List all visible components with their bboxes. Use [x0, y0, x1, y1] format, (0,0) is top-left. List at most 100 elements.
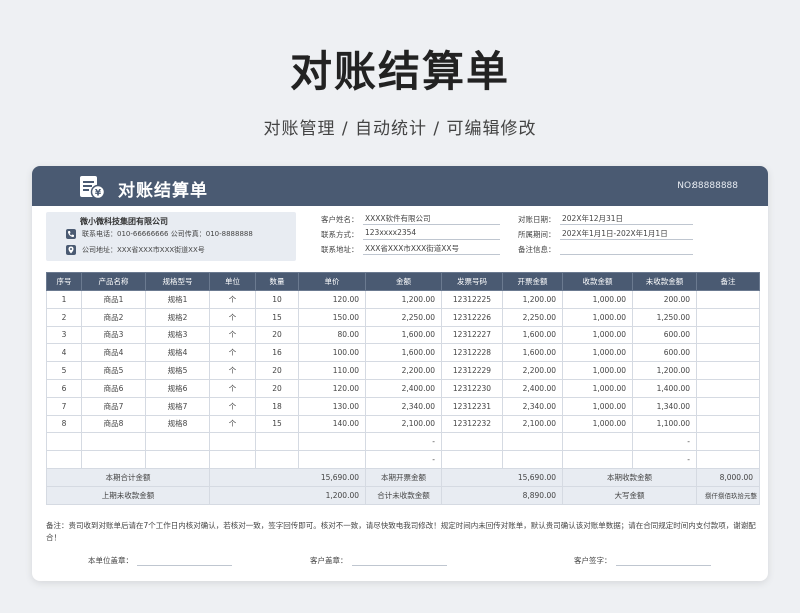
- table-cell[interactable]: 2,340.00: [365, 396, 442, 416]
- table-cell[interactable]: 12312232: [441, 414, 503, 434]
- table-cell[interactable]: 12312230: [441, 378, 503, 398]
- table-cell[interactable]: 130.00: [298, 396, 366, 416]
- table-cell[interactable]: 商品1: [81, 290, 146, 309]
- table-cell[interactable]: 140.00: [298, 414, 366, 434]
- received-total-value[interactable]: 8,000.00: [696, 467, 760, 487]
- table-cell[interactable]: 12312231: [441, 396, 503, 416]
- table-cell[interactable]: [298, 450, 366, 469]
- table-cell[interactable]: [441, 432, 503, 452]
- table-cell[interactable]: 个: [209, 414, 256, 434]
- table-cell[interactable]: 6: [46, 378, 82, 398]
- table-cell[interactable]: 1,000.00: [562, 396, 633, 416]
- table-cell[interactable]: 2,100.00: [502, 414, 563, 434]
- table-cell[interactable]: [696, 378, 760, 398]
- table-cell[interactable]: 12312226: [441, 307, 503, 327]
- table-cell[interactable]: 3: [46, 325, 82, 345]
- table-cell[interactable]: 15: [255, 414, 299, 434]
- table-cell[interactable]: 商品2: [81, 307, 146, 327]
- table-cell[interactable]: 120.00: [298, 378, 366, 398]
- table-cell[interactable]: 1,000.00: [562, 290, 633, 309]
- table-cell[interactable]: 商品4: [81, 343, 146, 363]
- table-cell[interactable]: [209, 432, 256, 452]
- table-cell[interactable]: 1,200.00: [502, 290, 563, 309]
- table-cell[interactable]: [145, 432, 210, 452]
- table-cell[interactable]: [696, 432, 760, 452]
- total-unpaid-value[interactable]: 8,890.00: [441, 485, 563, 505]
- table-cell[interactable]: 1,340.00: [632, 396, 697, 416]
- table-cell[interactable]: [502, 450, 563, 469]
- table-cell[interactable]: 1: [46, 290, 82, 309]
- table-cell[interactable]: 2,400.00: [502, 378, 563, 398]
- customer-sign-field[interactable]: [615, 556, 711, 566]
- table-cell[interactable]: 1,250.00: [632, 307, 697, 327]
- table-cell[interactable]: 16: [255, 343, 299, 363]
- table-cell[interactable]: [696, 414, 760, 434]
- table-cell[interactable]: 规格7: [145, 396, 210, 416]
- table-cell[interactable]: 规格2: [145, 307, 210, 327]
- table-cell[interactable]: 2,100.00: [365, 414, 442, 434]
- table-cell[interactable]: 150.00: [298, 307, 366, 327]
- table-cell[interactable]: 110.00: [298, 361, 366, 380]
- table-cell[interactable]: -: [632, 450, 697, 469]
- table-cell[interactable]: 规格4: [145, 343, 210, 363]
- table-cell[interactable]: 80.00: [298, 325, 366, 345]
- table-cell[interactable]: 1,000.00: [562, 325, 633, 345]
- table-cell[interactable]: 18: [255, 396, 299, 416]
- table-cell[interactable]: 1,000.00: [562, 414, 633, 434]
- table-cell[interactable]: -: [365, 450, 442, 469]
- table-cell[interactable]: 个: [209, 343, 256, 363]
- table-cell[interactable]: 12312225: [441, 290, 503, 309]
- table-cell[interactable]: 2,200.00: [502, 361, 563, 380]
- table-cell[interactable]: 1,600.00: [365, 325, 442, 345]
- table-cell[interactable]: [81, 432, 146, 452]
- table-cell[interactable]: 1,600.00: [365, 343, 442, 363]
- remark-field[interactable]: [560, 243, 693, 255]
- table-cell[interactable]: 10: [255, 290, 299, 309]
- table-cell[interactable]: 规格1: [145, 290, 210, 309]
- table-cell[interactable]: 5: [46, 361, 82, 380]
- previous-unpaid-value[interactable]: 1,200.00: [209, 485, 366, 505]
- table-cell[interactable]: 1,100.00: [632, 414, 697, 434]
- table-cell[interactable]: 个: [209, 378, 256, 398]
- table-cell[interactable]: [696, 361, 760, 380]
- table-cell[interactable]: 1,200.00: [365, 290, 442, 309]
- table-cell[interactable]: 4: [46, 343, 82, 363]
- table-cell[interactable]: 120.00: [298, 290, 366, 309]
- table-cell[interactable]: 商品8: [81, 414, 146, 434]
- table-cell[interactable]: 15: [255, 307, 299, 327]
- table-cell[interactable]: [562, 432, 633, 452]
- table-cell[interactable]: 100.00: [298, 343, 366, 363]
- table-cell[interactable]: [696, 307, 760, 327]
- table-cell[interactable]: [441, 450, 503, 469]
- table-cell[interactable]: 7: [46, 396, 82, 416]
- table-cell[interactable]: 1,000.00: [562, 378, 633, 398]
- table-cell[interactable]: 600.00: [632, 343, 697, 363]
- table-cell[interactable]: 600.00: [632, 325, 697, 345]
- table-cell[interactable]: 12312228: [441, 343, 503, 363]
- table-cell[interactable]: 2: [46, 307, 82, 327]
- customer-seal-field[interactable]: [351, 556, 447, 566]
- seal-field[interactable]: [137, 556, 232, 566]
- table-cell[interactable]: [255, 450, 299, 469]
- current-total-value[interactable]: 15,690.00: [209, 467, 366, 487]
- table-cell[interactable]: 1,600.00: [502, 325, 563, 345]
- table-cell[interactable]: 个: [209, 396, 256, 416]
- table-cell[interactable]: 2,200.00: [365, 361, 442, 380]
- table-cell[interactable]: -: [365, 432, 442, 452]
- table-cell[interactable]: 规格3: [145, 325, 210, 345]
- amount-in-words-value[interactable]: 捌仟捌佰玖拾元整: [696, 485, 760, 505]
- table-cell[interactable]: 1,400.00: [632, 378, 697, 398]
- customer-contact-field[interactable]: 123xxxx2354: [363, 228, 500, 240]
- table-cell[interactable]: 12312229: [441, 361, 503, 380]
- table-cell[interactable]: 个: [209, 290, 256, 309]
- table-cell[interactable]: 规格5: [145, 361, 210, 380]
- table-cell[interactable]: 2,250.00: [502, 307, 563, 327]
- table-cell[interactable]: -: [632, 432, 697, 452]
- table-cell[interactable]: 1,000.00: [562, 343, 633, 363]
- table-cell[interactable]: [255, 432, 299, 452]
- invoiced-total-value[interactable]: 15,690.00: [441, 467, 563, 487]
- table-cell[interactable]: 12312227: [441, 325, 503, 345]
- table-cell[interactable]: 1,000.00: [562, 361, 633, 380]
- customer-name-field[interactable]: XXXX软件有限公司: [363, 213, 500, 225]
- table-cell[interactable]: 1,200.00: [632, 361, 697, 380]
